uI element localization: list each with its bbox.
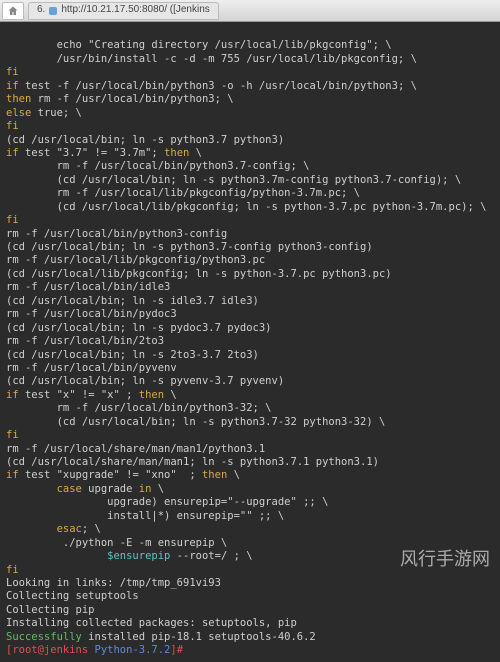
home-button[interactable] — [2, 2, 24, 20]
line: (cd /usr/local/bin; ln -s pydoc3.7 pydoc… — [6, 322, 272, 334]
browser-tabbar: 6. http://10.21.17.50:8080/ ([Jenkins — [0, 0, 500, 22]
line: $ensurepip --root=/ ; \ — [6, 550, 253, 562]
line: ./python -E -m ensurepip \ — [6, 537, 227, 549]
home-icon — [7, 5, 19, 17]
line: else true; \ — [6, 107, 82, 119]
line: if test "xupgrade" != "xno" ; then \ — [6, 469, 240, 481]
line: rm -f /usr/local/bin/pydoc3 — [6, 308, 177, 320]
line: rm -f /usr/local/bin/idle3 — [6, 281, 170, 293]
line: then rm -f /usr/local/bin/python3; \ — [6, 93, 234, 105]
line: fi — [6, 429, 19, 441]
line: Successfully installed pip-18.1 setuptoo… — [6, 631, 316, 643]
line: (cd /usr/local/bin; ln -s python3.7 pyth… — [6, 134, 284, 146]
line: (cd /usr/local/lib/pkgconfig; ln -s pyth… — [6, 201, 486, 213]
line: rm -f /usr/local/bin/2to3 — [6, 335, 164, 347]
line: fi — [6, 120, 19, 132]
browser-tab[interactable]: 6. http://10.21.17.50:8080/ ([Jenkins — [28, 2, 219, 20]
line: (cd /usr/local/bin; ln -s idle3.7 idle3) — [6, 295, 259, 307]
line: Collecting setuptools — [6, 590, 139, 602]
tab-title: http://10.21.17.50:8080/ ([Jenkins — [61, 4, 209, 17]
line: if test -f /usr/local/bin/python3 -o -h … — [6, 80, 417, 92]
line: (cd /usr/local/bin; ln -s python3.7-conf… — [6, 241, 373, 253]
shell-prompt[interactable]: [root@jenkins Python-3.7.2]# — [6, 644, 189, 656]
line: echo "Creating directory /usr/local/lib/… — [6, 39, 392, 51]
line: (cd /usr/local/lib/pkgconfig; ln -s pyth… — [6, 268, 392, 280]
line: (cd /usr/local/bin; ln -s 2to3-3.7 2to3) — [6, 349, 259, 361]
terminal-output[interactable]: echo "Creating directory /usr/local/lib/… — [0, 22, 500, 662]
tab-index: 6. — [37, 4, 45, 17]
line: fi — [6, 214, 19, 226]
line: if test "3.7" != "3.7m"; then \ — [6, 147, 202, 159]
line: fi — [6, 66, 19, 78]
line: upgrade) ensurepip="--upgrade" ;; \ — [6, 496, 328, 508]
line: Collecting pip — [6, 604, 95, 616]
prompt-path: Python-3.7.2 — [95, 644, 171, 656]
line: rm -f /usr/local/bin/pyvenv — [6, 362, 177, 374]
line: (cd /usr/local/share/man/man1; ln -s pyt… — [6, 456, 379, 468]
line: Looking in links: /tmp/tmp_691vi93 — [6, 577, 221, 589]
line: esac; \ — [6, 523, 101, 535]
line: (cd /usr/local/bin; ln -s python3.7-32 p… — [6, 416, 385, 428]
line: Installing collected packages: setuptool… — [6, 617, 297, 629]
line: (cd /usr/local/bin; ln -s pyvenv-3.7 pyv… — [6, 375, 284, 387]
line: rm -f /usr/local/bin/python3-config — [6, 228, 227, 240]
line: case upgrade in \ — [6, 483, 164, 495]
line: fi — [6, 564, 19, 576]
prompt-user: [root@jenkins — [6, 644, 95, 656]
line: rm -f /usr/local/bin/python3-32; \ — [6, 402, 272, 414]
line: install|*) ensurepip="" ;; \ — [6, 510, 284, 522]
prompt-suffix: ]# — [170, 644, 189, 656]
line: (cd /usr/local/bin; ln -s python3.7m-con… — [6, 174, 461, 186]
line: /usr/bin/install -c -d -m 755 /usr/local… — [6, 53, 417, 65]
favicon-icon — [49, 7, 57, 15]
line: if test "x" != "x" ; then \ — [6, 389, 177, 401]
line: rm -f /usr/local/lib/pkgconfig/python-3.… — [6, 187, 360, 199]
line: rm -f /usr/local/bin/python3.7-config; \ — [6, 160, 309, 172]
line: rm -f /usr/local/lib/pkgconfig/python3.p… — [6, 254, 265, 266]
line: rm -f /usr/local/share/man/man1/python3.… — [6, 443, 265, 455]
